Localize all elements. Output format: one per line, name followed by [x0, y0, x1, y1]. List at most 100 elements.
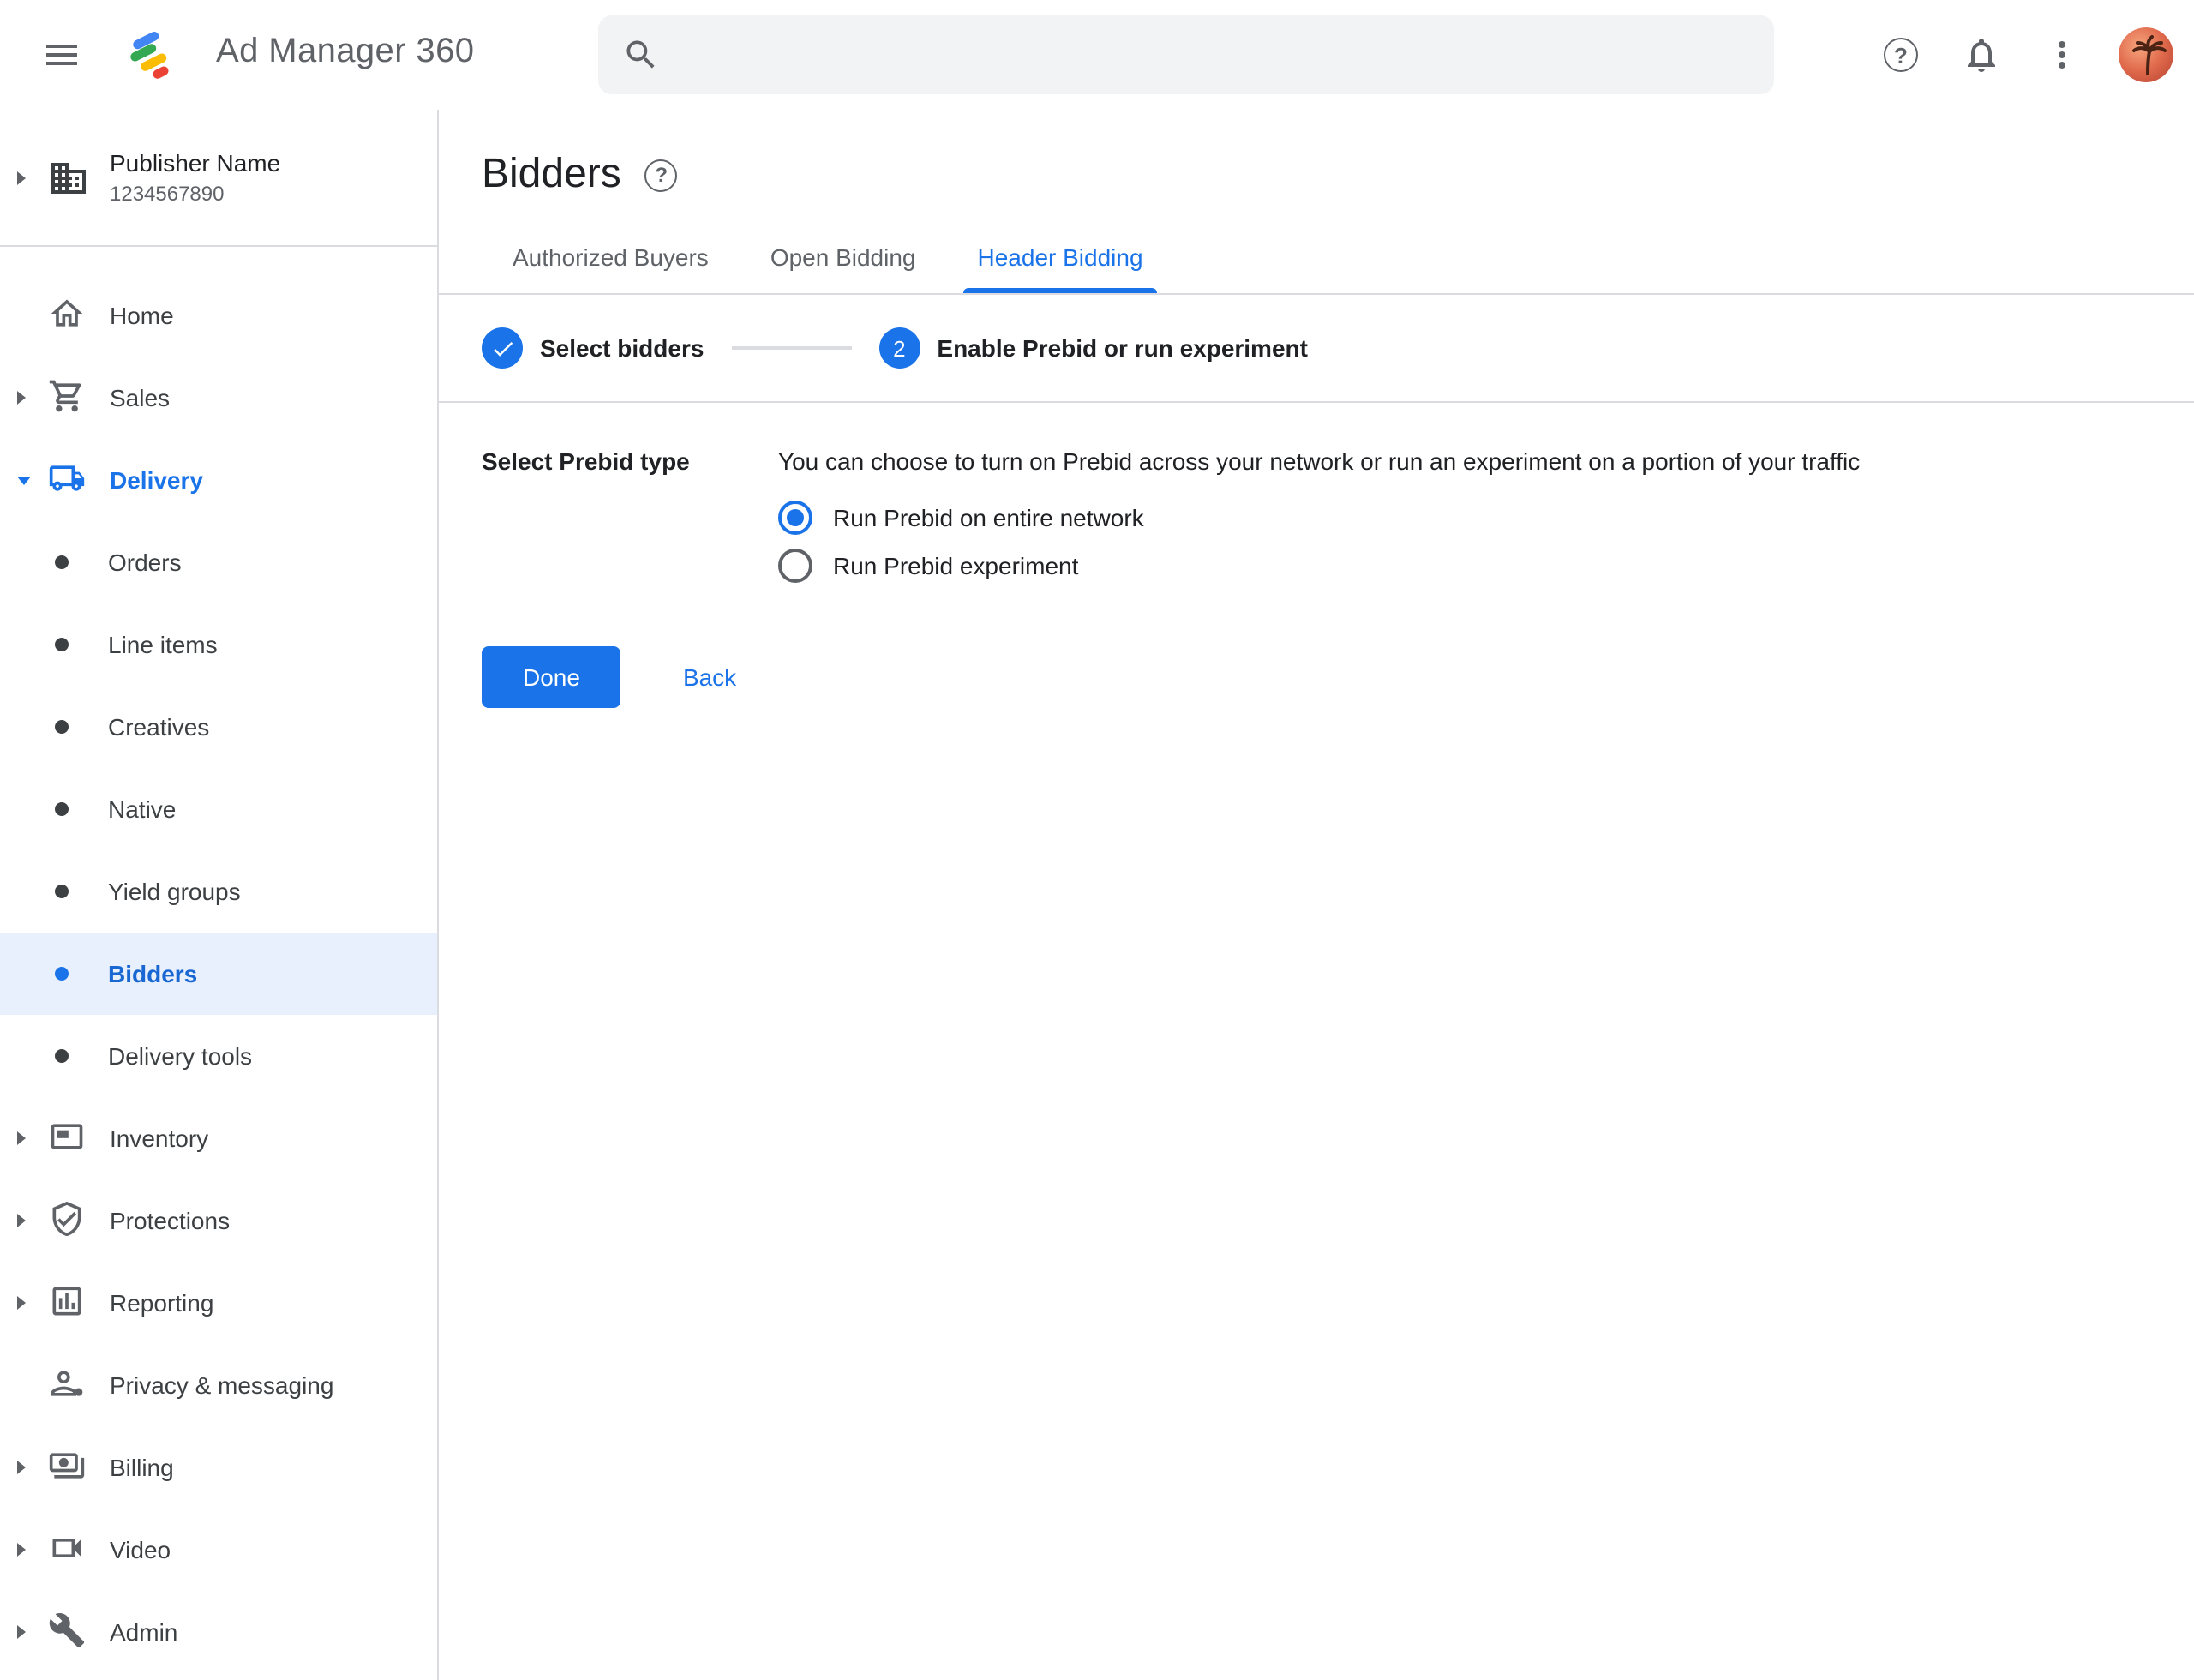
tab-open-bidding[interactable]: Open Bidding: [740, 219, 947, 293]
form-label: Select Prebid type: [482, 444, 778, 590]
chevron-right-icon: [17, 171, 48, 184]
bullet-icon: [55, 802, 69, 816]
ad-manager-app: Ad Manager 360: [0, 0, 2194, 1680]
chevron-down-icon[interactable]: [17, 476, 48, 484]
chart-icon: [48, 1282, 89, 1323]
bullet-icon: [55, 967, 69, 981]
help-icon[interactable]: [645, 159, 678, 191]
sidebar-item-label: Delivery tools: [108, 1042, 252, 1070]
more-vert-icon[interactable]: [2028, 21, 2096, 89]
search-input[interactable]: [680, 40, 1750, 69]
billing-icon: [48, 1447, 89, 1488]
avatar[interactable]: [2119, 27, 2173, 82]
back-button[interactable]: Back: [669, 650, 750, 705]
sidebar-item-bidders[interactable]: Bidders: [0, 933, 437, 1015]
sidebar-item-label: Line items: [108, 631, 218, 658]
sidebar-item-label: Orders: [108, 549, 182, 576]
bullet-icon: [55, 885, 69, 898]
bell-icon[interactable]: [1947, 21, 2016, 89]
chevron-right-icon[interactable]: [17, 1131, 48, 1145]
sidebar-item-line-items[interactable]: Line items: [0, 603, 437, 686]
sidebar-item-delivery[interactable]: Delivery: [0, 439, 437, 521]
sidebar-item-orders[interactable]: Orders: [0, 521, 437, 603]
bullet-icon: [55, 720, 69, 734]
video-icon: [48, 1529, 89, 1570]
step-2-circle[interactable]: 2: [878, 327, 920, 369]
sidebar-item-label: Reporting: [110, 1289, 213, 1317]
prebid-type-section: Select Prebid type You can choose to tur…: [439, 403, 2194, 590]
sidebar-item-label: Privacy & messaging: [110, 1371, 333, 1399]
ad-manager-logo-icon: [123, 29, 175, 81]
cart-icon: [48, 377, 89, 418]
radio-group: Run Prebid on entire network Run Prebid e…: [778, 494, 2151, 590]
publisher-name: Publisher Name: [110, 149, 280, 177]
bullet-icon: [55, 1049, 69, 1063]
help-icon[interactable]: [1867, 21, 1935, 89]
home-icon: [48, 295, 89, 336]
publisher-id: 1234567890: [110, 182, 280, 206]
sidebar-item-video[interactable]: Video: [0, 1509, 437, 1591]
done-button[interactable]: Done: [482, 646, 621, 708]
sidebar-item-billing[interactable]: Billing: [0, 1426, 437, 1509]
radio-unselected-icon[interactable]: [778, 549, 812, 583]
step-1-check-icon[interactable]: [482, 327, 523, 369]
sidebar-item-label: Bidders: [108, 960, 197, 987]
sidebar-item-privacy-messaging[interactable]: Privacy & messaging: [0, 1344, 437, 1426]
sidebar-item-yield-groups[interactable]: Yield groups: [0, 850, 437, 933]
chevron-right-icon[interactable]: [17, 1296, 48, 1310]
search-bar[interactable]: [598, 15, 1774, 94]
sidebar-item-label: Native: [108, 795, 176, 823]
tab-bar: Authorized BuyersOpen BiddingHeader Bidd…: [439, 219, 2194, 295]
shield-icon: [48, 1200, 89, 1241]
chevron-right-icon[interactable]: [17, 1461, 48, 1474]
sidebar-item-label: Billing: [110, 1454, 174, 1481]
sidebar-item-label: Creatives: [108, 713, 209, 741]
radio-selected-icon[interactable]: [778, 501, 812, 535]
sidebar-item-native[interactable]: Native: [0, 768, 437, 850]
chevron-right-icon[interactable]: [17, 1543, 48, 1557]
chevron-right-icon[interactable]: [17, 391, 48, 405]
building-icon: [48, 157, 89, 198]
inventory-icon: [48, 1118, 89, 1159]
sidebar-item-sales[interactable]: Sales: [0, 357, 437, 439]
privacy-icon: [48, 1365, 89, 1406]
sidebar-item-reporting[interactable]: Reporting: [0, 1262, 437, 1344]
sidebar-item-label: Sales: [110, 384, 170, 411]
truck-icon: [48, 459, 89, 501]
tab-header-bidding[interactable]: Header Bidding: [947, 219, 1174, 293]
sidebar-item-label: Video: [110, 1536, 171, 1563]
top-app-bar: Ad Manager 360: [0, 0, 2194, 110]
sidebar-item-creatives[interactable]: Creatives: [0, 686, 437, 768]
sidebar-item-delivery-tools[interactable]: Delivery tools: [0, 1015, 437, 1097]
sidebar-item-label: Delivery: [110, 466, 203, 494]
topbar-actions: [1867, 21, 2173, 89]
sidebar-item-protections[interactable]: Protections: [0, 1179, 437, 1262]
sidebar-nav: Home Sales Delivery Orders Line items Creativ…: [0, 247, 437, 1673]
chevron-right-icon[interactable]: [17, 1625, 48, 1639]
radio-run-prebid-experiment[interactable]: Run Prebid experiment: [778, 542, 2151, 590]
publisher-selector[interactable]: Publisher Name 1234567890: [0, 110, 437, 247]
bullet-icon: [55, 555, 69, 569]
sidebar-item-inventory[interactable]: Inventory: [0, 1097, 437, 1179]
tab-authorized-buyers[interactable]: Authorized Buyers: [482, 219, 740, 293]
stepper: Select bidders2Enable Prebid or run expe…: [439, 295, 2194, 403]
hamburger-icon[interactable]: [27, 21, 96, 89]
chevron-right-icon[interactable]: [17, 1214, 48, 1227]
app-title: Ad Manager 360: [216, 33, 474, 72]
sidebar-item-admin[interactable]: Admin: [0, 1591, 437, 1673]
stepper-connector: [731, 346, 851, 350]
sidebar-item-home[interactable]: Home: [0, 274, 437, 357]
page-title-row: Bidders: [439, 110, 2194, 219]
search-icon: [622, 36, 660, 74]
radio-run-prebid-on-entire-network[interactable]: Run Prebid on entire network: [778, 494, 2151, 542]
page-title: Bidders: [482, 151, 621, 199]
radio-label: Run Prebid on entire network: [833, 504, 1144, 531]
bullet-icon: [55, 638, 69, 651]
radio-label: Run Prebid experiment: [833, 552, 1078, 579]
sidebar-item-label: Yield groups: [108, 878, 241, 905]
form-actions: Done Back: [482, 646, 2194, 708]
sidebar: Publisher Name 1234567890 Home Sales Deliv…: [0, 110, 439, 1680]
step-1-label: Select bidders: [540, 334, 704, 362]
sidebar-item-label: Admin: [110, 1618, 177, 1646]
sidebar-item-label: Protections: [110, 1207, 230, 1234]
